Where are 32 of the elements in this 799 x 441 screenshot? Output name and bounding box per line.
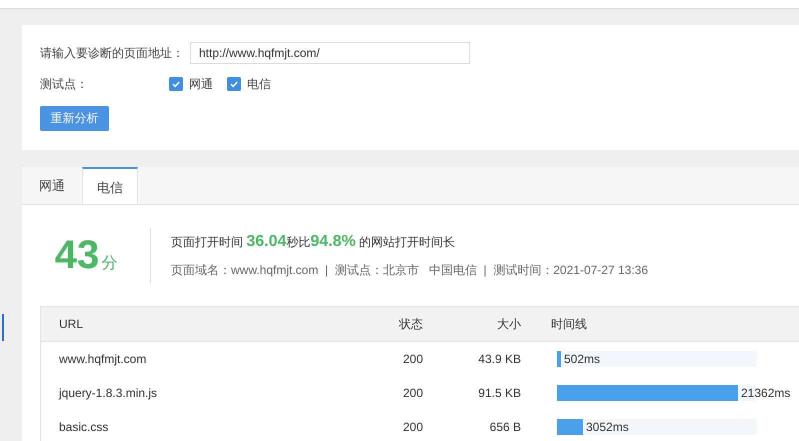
checkbox-label: 电信	[247, 76, 271, 92]
table-cell-text: 43.9 KB	[477, 352, 521, 366]
check-icon	[172, 81, 180, 88]
duration-label: 3052ms	[586, 419, 629, 435]
score-value: 43	[54, 233, 100, 278]
duration-label: 502ms	[564, 351, 600, 367]
column-header: 大小	[496, 316, 521, 332]
column-header: 状态	[398, 316, 423, 332]
column-header: 时间线	[550, 316, 587, 332]
checkbox[interactable]	[227, 77, 241, 91]
duration-label: 21362ms	[741, 385, 790, 401]
check-icon	[230, 81, 238, 88]
table-cell-text: jquery-1.8.3.min.js	[58, 386, 158, 400]
active-indicator	[2, 314, 4, 341]
url-label: 请输入要诊断的页面地址：	[40, 44, 184, 62]
table-cell-text: basic.css	[58, 420, 110, 434]
table-cell-text: 656 B	[488, 420, 521, 434]
checkbox[interactable]	[169, 77, 183, 91]
tab[interactable]: 网通	[22, 167, 82, 204]
summary-text: 页面打开时间 36.04秒比94.8% 的网站打开时间长	[171, 232, 456, 250]
score-unit: 分	[101, 254, 118, 274]
table-cell-text: 91.5 KB	[477, 386, 521, 400]
column-header: URL	[58, 317, 84, 331]
url-field[interactable]: http://www.hqfmjt.com/	[190, 42, 470, 64]
table-cell-text: 200	[402, 420, 423, 434]
table-cell-text: 200	[402, 352, 423, 366]
test-details: 页面域名：www.hqfmjt.com | 测试点：北京市 中国电信 | 测试时间：2021-07-27 13:36	[171, 262, 648, 278]
checkbox-label: 网通	[189, 76, 213, 92]
test-node-label: 测试点：	[40, 76, 89, 92]
tab[interactable]: 电信	[82, 167, 138, 204]
table-cell-text: 200	[402, 386, 423, 400]
table-cell-text: www.hqfmjt.com	[58, 352, 148, 366]
